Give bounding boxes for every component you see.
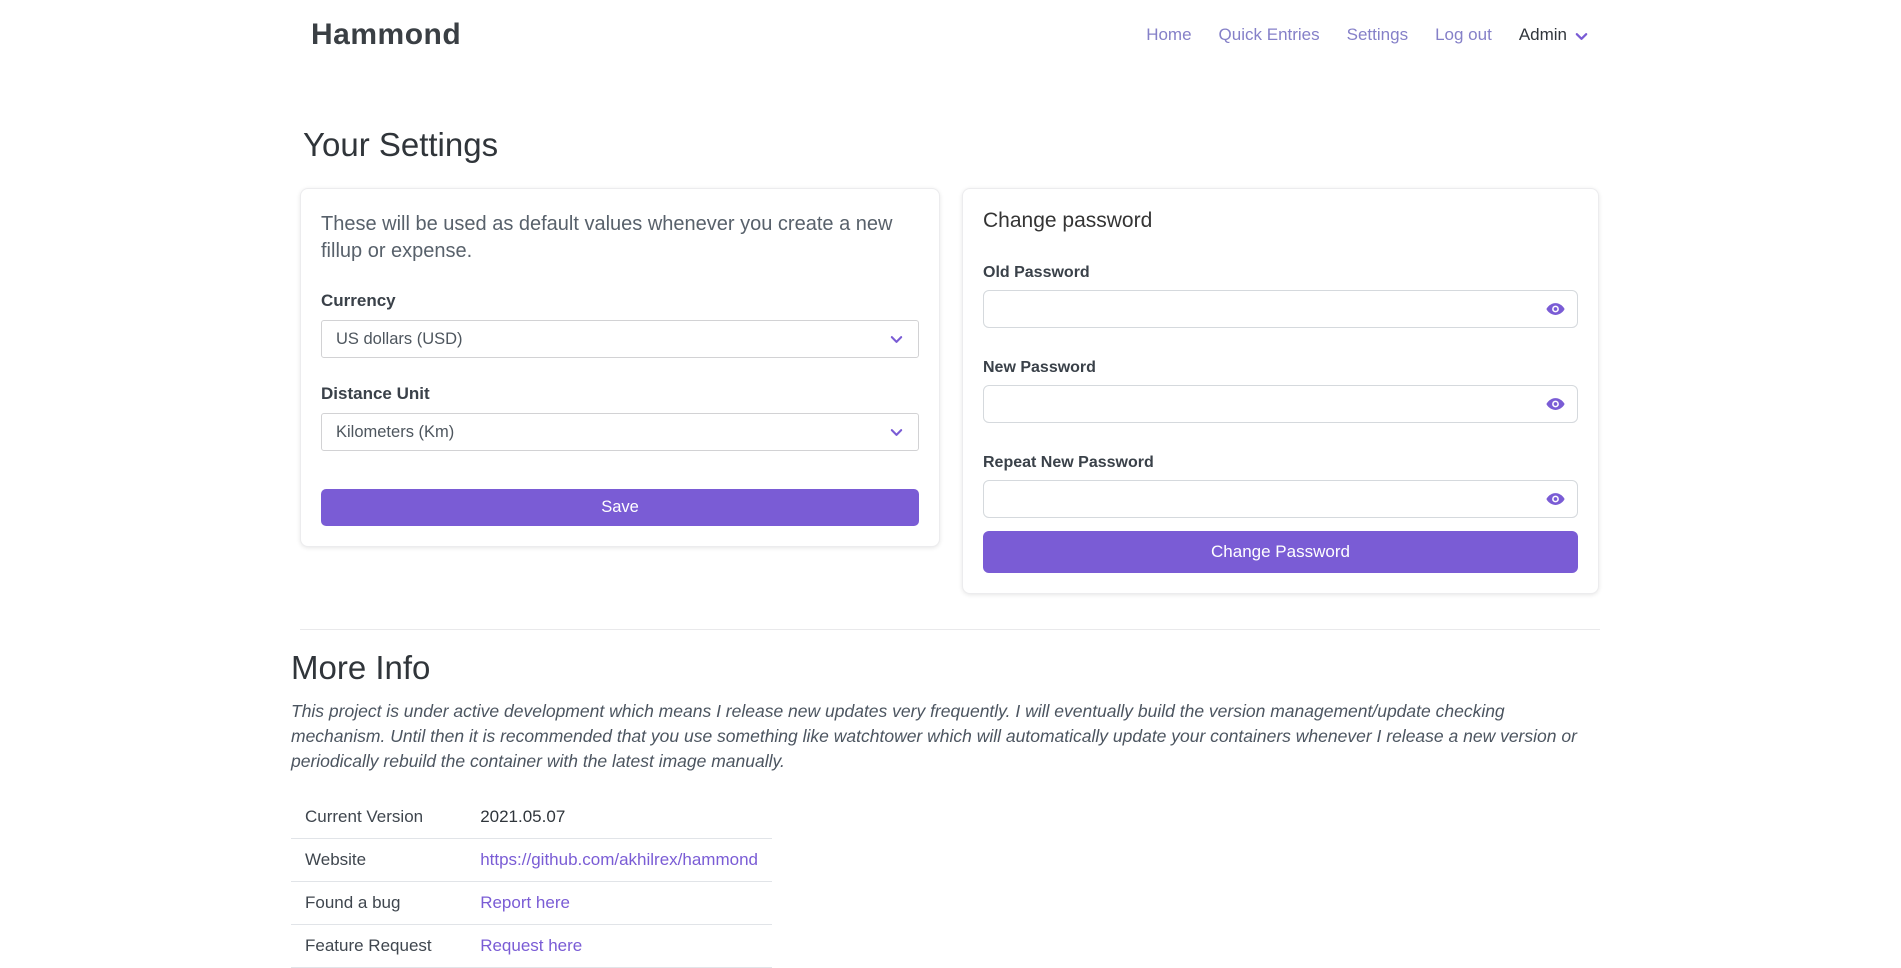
info-row-label: Feature Request (291, 924, 466, 967)
currency-label: Currency (321, 291, 919, 311)
new-password-input[interactable] (983, 385, 1578, 423)
currency-select[interactable]: US dollars (USD) (321, 320, 919, 358)
info-row-label: Website (291, 838, 466, 881)
settings-cards-row: These will be used as default values whe… (300, 188, 1600, 594)
new-password-label: New Password (983, 359, 1578, 377)
new-password-field-wrap (983, 385, 1578, 423)
app-header: Hammond Home Quick Entries Settings Log … (0, 0, 1901, 70)
distance-unit-select[interactable]: Kilometers (Km) (321, 413, 919, 451)
nav-item-home[interactable]: Home (1146, 25, 1191, 45)
info-table: Current Version 2021.05.07 Website https… (291, 796, 772, 968)
more-info-title: More Info (291, 649, 1600, 687)
info-row-label: Current Version (291, 796, 466, 839)
development-note: This project is under active development… (291, 699, 1599, 775)
info-row-label: Found a bug (291, 881, 466, 924)
user-menu[interactable]: Admin (1519, 25, 1589, 45)
report-bug-link[interactable]: Report here (480, 893, 570, 912)
eye-icon[interactable] (1546, 395, 1565, 414)
distance-selected-value: Kilometers (Km) (336, 423, 454, 442)
table-row: Current Version 2021.05.07 (291, 796, 772, 839)
old-password-label: Old Password (983, 264, 1578, 282)
table-row: Feature Request Request here (291, 924, 772, 967)
change-password-card: Change password Old Password New Passwor… (962, 188, 1599, 594)
repeat-password-label: Repeat New Password (983, 454, 1578, 472)
distance-unit-label: Distance Unit (321, 384, 919, 404)
save-button[interactable]: Save (321, 489, 919, 526)
current-version-value: 2021.05.07 (466, 796, 772, 839)
main-content: Your Settings These will be used as defa… (300, 126, 1600, 968)
nav-item-logout[interactable]: Log out (1435, 25, 1492, 45)
chevron-down-icon (889, 332, 904, 347)
old-password-input[interactable] (983, 290, 1578, 328)
feature-request-link[interactable]: Request here (480, 936, 582, 955)
change-password-button[interactable]: Change Password (983, 531, 1578, 573)
table-row: Website https://github.com/akhilrex/hamm… (291, 838, 772, 881)
nav-item-quick-entries[interactable]: Quick Entries (1219, 25, 1320, 45)
defaults-card: These will be used as default values whe… (300, 188, 940, 547)
repeat-password-input[interactable] (983, 480, 1578, 518)
eye-icon[interactable] (1546, 300, 1565, 319)
currency-selected-value: US dollars (USD) (336, 330, 463, 349)
old-password-field-wrap (983, 290, 1578, 328)
brand-logo[interactable]: Hammond (311, 18, 461, 52)
chevron-down-icon (889, 425, 904, 440)
main-nav: Home Quick Entries Settings Log out Admi… (1146, 25, 1589, 45)
chevron-down-icon (1574, 27, 1589, 44)
website-link[interactable]: https://github.com/akhilrex/hammond (480, 850, 758, 869)
change-password-title: Change password (983, 209, 1578, 233)
page-title: Your Settings (303, 126, 1600, 164)
nav-item-settings[interactable]: Settings (1347, 25, 1408, 45)
repeat-password-field-wrap (983, 480, 1578, 518)
user-menu-label: Admin (1519, 25, 1567, 45)
eye-icon[interactable] (1546, 490, 1565, 509)
defaults-description: These will be used as default values whe… (321, 211, 919, 265)
section-divider (300, 629, 1600, 630)
table-row: Found a bug Report here (291, 881, 772, 924)
